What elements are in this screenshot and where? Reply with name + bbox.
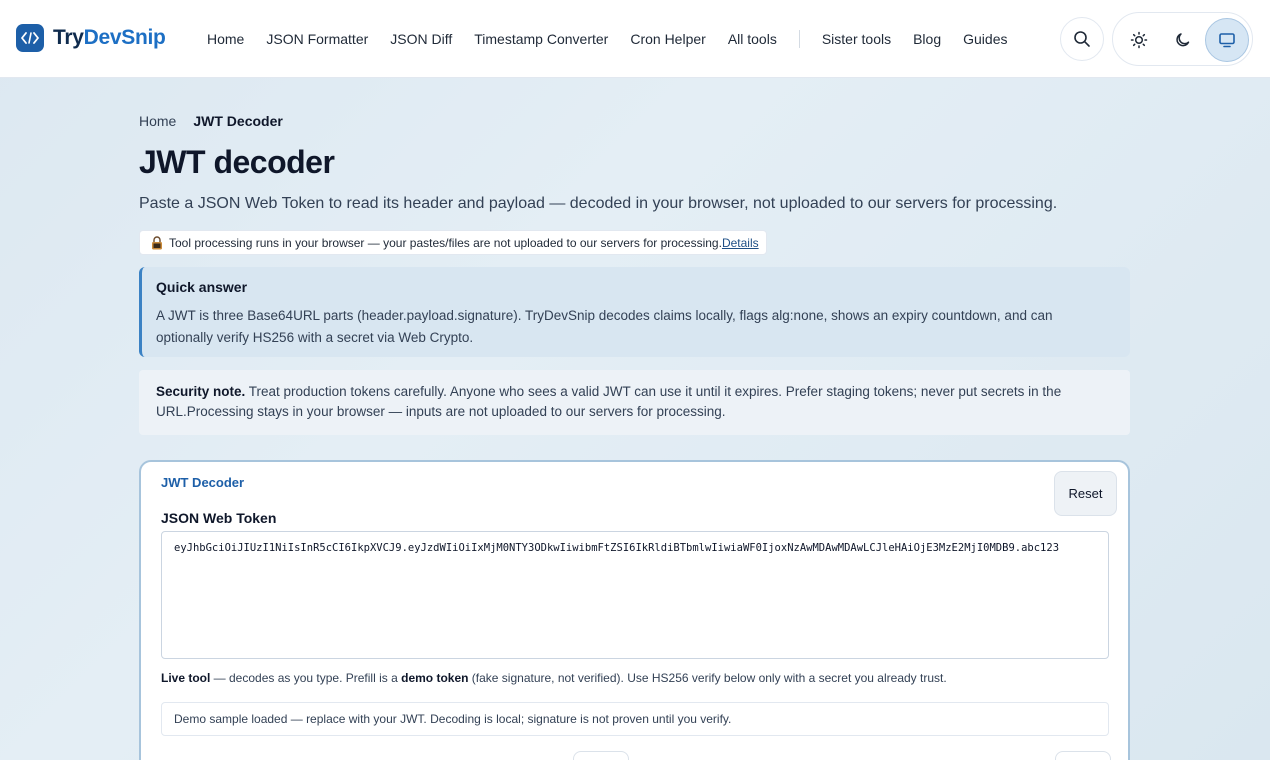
nav-blog[interactable]: Blog <box>902 31 952 47</box>
sun-icon <box>1130 31 1148 49</box>
nav-json-formatter[interactable]: JSON Formatter <box>255 31 379 47</box>
theme-light-button[interactable] <box>1117 18 1161 62</box>
brand-name: TryDevSnip <box>53 26 166 50</box>
site-logo[interactable]: TryDevSnip <box>16 24 166 52</box>
theme-system-button[interactable] <box>1205 18 1249 62</box>
token-field-label: JSON Web Token <box>161 510 277 526</box>
brand-name-part2: DevSnip <box>83 26 166 49</box>
jwt-token-input[interactable]: eyJhbGciOiJIUzI1NiIsInR5cCI6IkpXVCJ9.eyJ… <box>161 531 1109 659</box>
breadcrumb: Home JWT Decoder <box>139 113 283 129</box>
decode-status: Demo sample loaded — replace with your J… <box>161 702 1109 736</box>
security-note-label: Security note. <box>156 384 246 399</box>
monitor-icon <box>1219 33 1235 48</box>
security-note: Security note. Treat production tokens c… <box>139 370 1130 435</box>
privacy-details-link[interactable]: Details <box>722 236 759 250</box>
page-title: JWT decoder <box>139 144 335 180</box>
nav-json-diff[interactable]: JSON Diff <box>379 31 463 47</box>
top-navigation-bar: TryDevSnip Home JSON Formatter JSON Diff… <box>0 0 1270 78</box>
demo-token-label: demo token <box>401 671 469 685</box>
breadcrumb-current: JWT Decoder <box>193 113 283 129</box>
lock-icon <box>151 235 163 250</box>
nav-divider <box>798 30 800 48</box>
quick-answer-heading: Quick answer <box>156 279 248 295</box>
main-nav: Home JSON Formatter JSON Diff Timestamp … <box>196 0 1018 78</box>
theme-dark-button[interactable] <box>1161 18 1205 62</box>
nav-all-tools[interactable]: All tools <box>717 31 788 47</box>
privacy-notice: Tool processing runs in your browser — y… <box>139 230 767 255</box>
privacy-text: Tool processing runs in your browser — y… <box>169 235 722 250</box>
breadcrumb-home[interactable]: Home <box>139 113 176 129</box>
tool-action-button[interactable] <box>1055 751 1111 760</box>
search-button[interactable] <box>1060 17 1104 61</box>
tool-action-button[interactable] <box>573 751 629 760</box>
jwt-decoder-panel: JWT Decoder Reset JSON Web Token eyJhbGc… <box>139 460 1130 760</box>
nav-sister-tools[interactable]: Sister tools <box>811 31 902 47</box>
nav-guides[interactable]: Guides <box>952 31 1018 47</box>
live-tool-text-2: (fake signature, not verified). Use HS25… <box>468 671 947 685</box>
live-tool-text-1: — decodes as you type. Prefill is a <box>210 671 402 685</box>
moon-icon <box>1176 33 1190 47</box>
reset-button[interactable]: Reset <box>1054 471 1117 516</box>
theme-switcher <box>1112 12 1253 66</box>
code-brackets-icon <box>16 24 44 52</box>
security-note-body: Treat production tokens carefully. Anyon… <box>156 384 1062 419</box>
brand-name-part1: Try <box>53 26 84 49</box>
live-tool-note: Live tool — decodes as you type. Prefill… <box>161 671 947 685</box>
page-subtitle: Paste a JSON Web Token to read its heade… <box>139 195 1058 212</box>
nav-home[interactable]: Home <box>196 31 255 47</box>
nav-cron-helper[interactable]: Cron Helper <box>619 31 716 47</box>
tool-label: JWT Decoder <box>161 475 245 490</box>
quick-answer-body: A JWT is three Base64URL parts (header.p… <box>156 308 1053 345</box>
nav-timestamp-converter[interactable]: Timestamp Converter <box>463 31 619 47</box>
search-icon <box>1074 31 1090 47</box>
quick-answer-box: Quick answer A JWT is three Base64URL pa… <box>139 267 1130 357</box>
live-tool-label: Live tool <box>161 671 211 685</box>
